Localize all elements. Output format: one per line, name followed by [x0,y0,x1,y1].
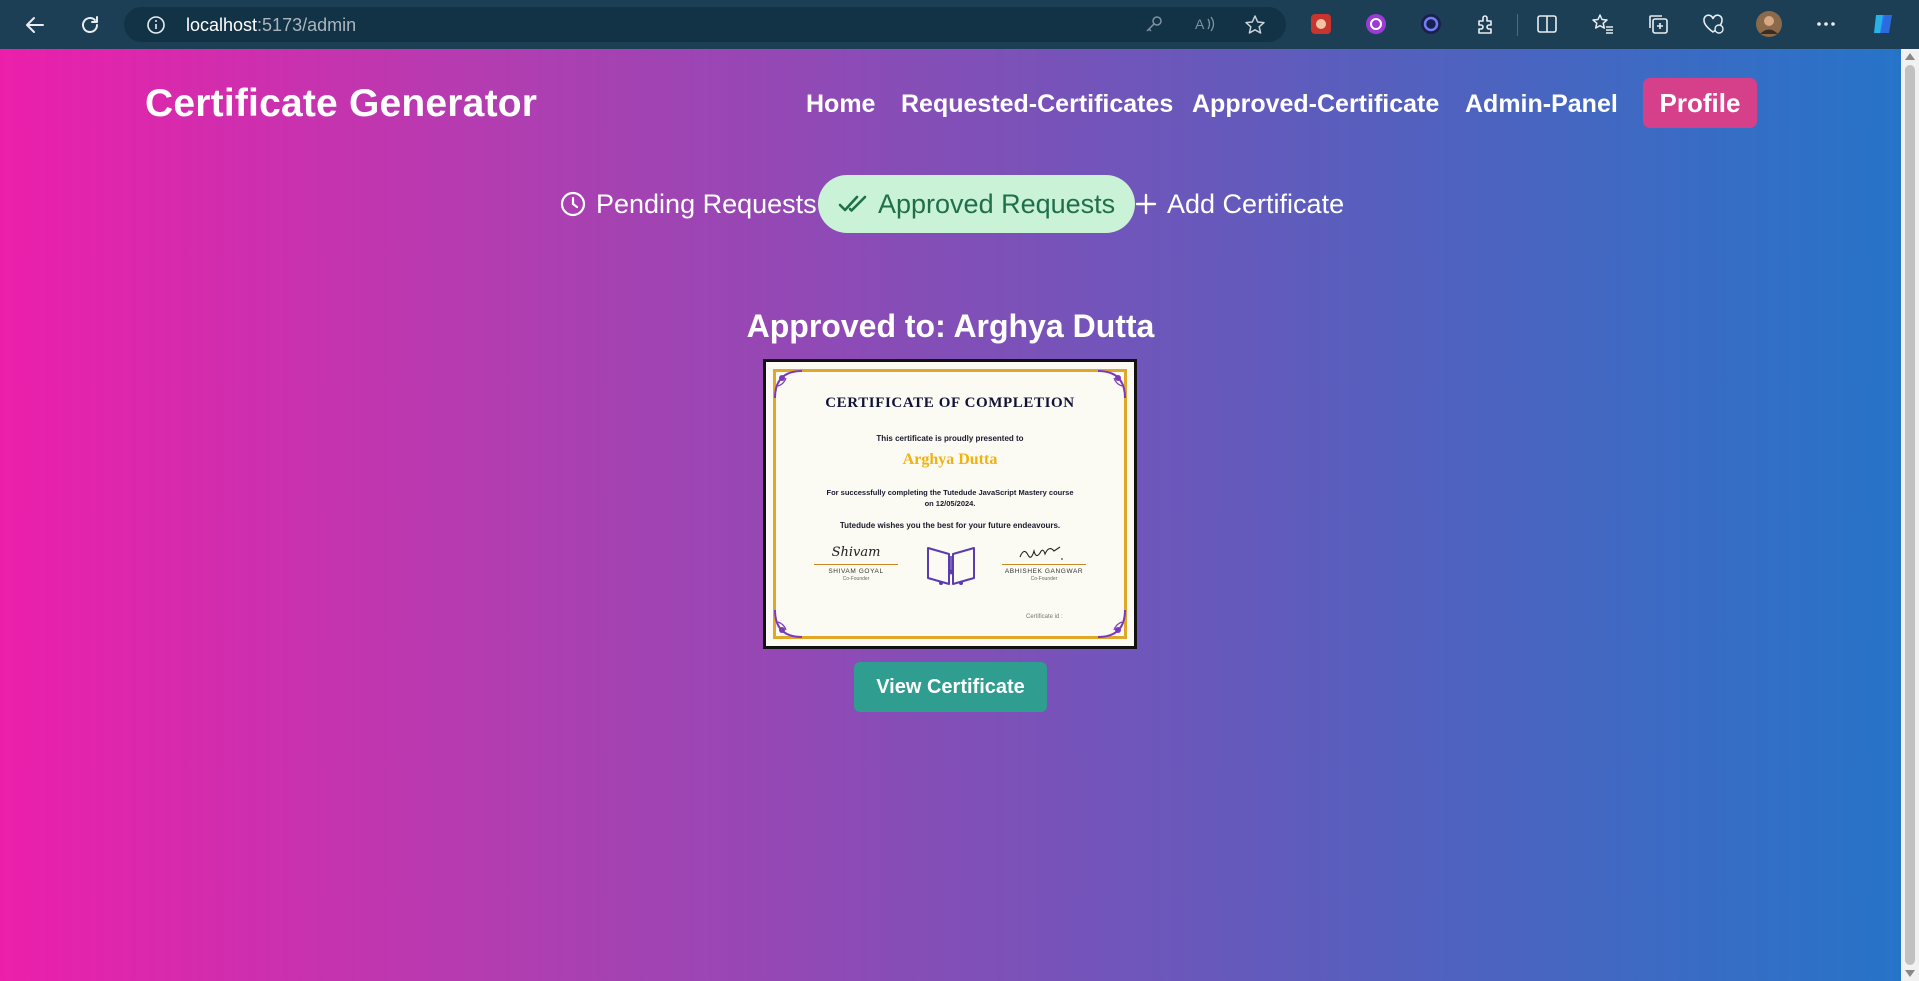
certificate-heading: CERTIFICATE OF COMPLETION [825,395,1075,411]
certificate-preview: CERTIFICATE OF COMPLETION This certifica… [763,359,1137,649]
extension-red-icon[interactable] [1307,10,1335,38]
double-check-icon [838,193,868,215]
scrollbar-thumb[interactable] [1905,65,1915,965]
signature-left-script: Shivam [831,545,881,560]
page-scrollbar[interactable] [1901,49,1919,981]
scroll-down-icon[interactable] [1905,970,1915,977]
browser-toolbar: localhost:5173/admin A [0,0,1919,49]
tab-approved-label: Approved Requests [878,188,1116,219]
signature-left: Shivam SHIVAM GOYAL Co-Founder [814,545,898,582]
signature-right: ABHISHEK GANGWAR Co-Founder [1002,545,1086,582]
signer-right-name: ABHISHEK GANGWAR [1004,568,1084,575]
page-background: Certificate Generator Home Requested-Cer… [0,49,1901,981]
certificate-id-label: Certificate id : [1026,614,1063,620]
browser-essentials-icon[interactable] [1699,10,1727,38]
url-host: localhost [186,15,258,35]
tab-add-certificate[interactable]: Add Certificate [1135,175,1344,233]
certificate-description: For successfully completing the Tutedude… [826,488,1074,508]
read-aloud-icon[interactable]: A [1194,14,1216,34]
more-options-icon[interactable] [1812,10,1840,38]
site-info-icon[interactable] [146,15,166,35]
toolbar-divider [1517,14,1518,36]
scroll-up-icon[interactable] [1905,53,1915,60]
collections-icon[interactable] [1644,10,1672,38]
svg-text:A: A [1195,16,1205,32]
address-bar[interactable]: localhost:5173/admin A [124,7,1286,42]
tab-pending-requests[interactable]: Pending Requests [560,175,817,233]
extension-purple-icon[interactable] [1362,10,1390,38]
profile-avatar[interactable] [1755,10,1783,38]
url-path: :5173/admin [257,15,357,35]
nav-link-admin-panel[interactable]: Admin-Panel [1465,90,1618,119]
certificate-presented-text: This certificate is proudly presented to [876,434,1024,443]
signature-right-script [1002,545,1086,562]
tab-pending-label: Pending Requests [596,188,817,219]
tab-add-label: Add Certificate [1167,188,1345,219]
certificate-recipient: Arghya Dutta [902,451,998,468]
nav-link-home[interactable]: Home [806,90,875,119]
nav-link-approved-certificate[interactable]: Approved-Certificate [1192,90,1439,119]
profile-button[interactable]: Profile [1643,78,1757,128]
signer-left-role: Co-Founder [842,576,870,582]
key-icon[interactable] [1144,14,1164,34]
view-certificate-button[interactable]: View Certificate [854,662,1047,712]
open-book-logo-icon [927,547,975,585]
clock-icon [560,191,586,217]
copilot-icon[interactable] [1869,10,1897,38]
approved-to-heading: Approved to: Arghya Dutta [746,308,1155,344]
extensions-puzzle-icon[interactable] [1472,10,1500,38]
certificate-wishes: Tutedude wishes you the best for your fu… [839,521,1061,530]
signer-left-name: SHIVAM GOYAL [828,568,884,575]
favorite-star-icon[interactable] [1244,14,1266,36]
nav-link-requested-certificates[interactable]: Requested-Certificates [901,90,1173,119]
reload-icon[interactable] [74,9,106,41]
url-text[interactable]: localhost:5173/admin [186,15,356,36]
extension-dark-icon[interactable] [1417,10,1445,38]
corner-ornament-icon [1097,609,1126,638]
split-screen-icon[interactable] [1533,10,1561,38]
back-icon[interactable] [19,9,51,41]
signer-right-role: Co-Founder [1030,576,1058,582]
plus-icon [1135,193,1157,215]
brand-title[interactable]: Certificate Generator [145,82,537,126]
corner-ornament-icon [774,609,803,638]
favorites-list-icon[interactable] [1589,10,1617,38]
tab-approved-requests[interactable]: Approved Requests [818,175,1136,233]
